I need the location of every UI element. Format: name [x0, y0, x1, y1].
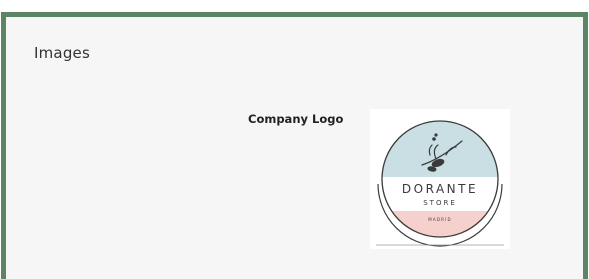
images-panel: Images Company Logo DORANTE STORE MADRID	[1, 12, 588, 279]
section-title: Images	[34, 44, 90, 62]
company-logo-label: Company Logo	[248, 112, 344, 126]
logo-sub-text: STORE	[423, 199, 457, 207]
company-logo-graphic: DORANTE STORE MADRID	[376, 120, 504, 247]
logo-brand-text: DORANTE	[402, 182, 478, 196]
company-logo-image[interactable]: DORANTE STORE MADRID	[370, 109, 510, 249]
logo-city-text: MADRID	[428, 217, 452, 222]
logo-top-band	[382, 121, 498, 177]
